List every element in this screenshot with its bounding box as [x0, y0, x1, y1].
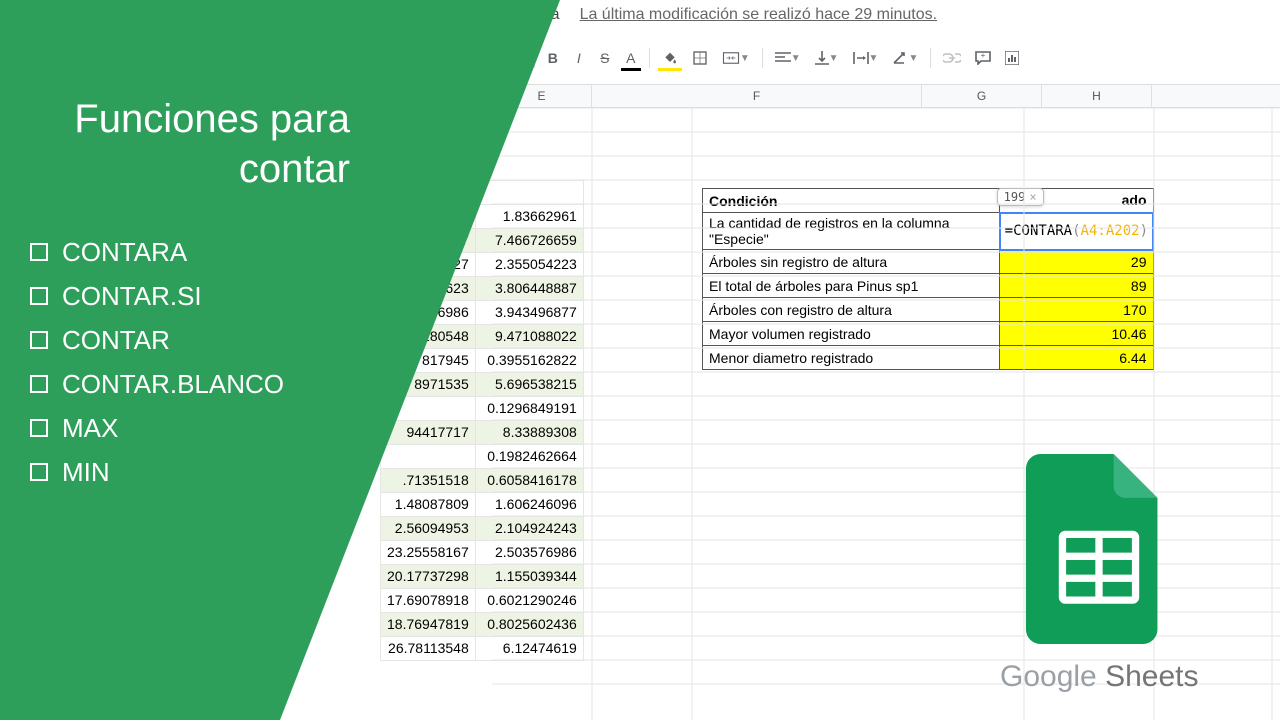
formula-input-cell[interactable]: 199× =CONTARA(A4:A202)	[1000, 213, 1153, 250]
borders-button[interactable]	[686, 46, 714, 70]
cond-label[interactable]: Mayor volumen registrado	[703, 322, 1000, 346]
overlay-item: CONTAR.BLANCO	[62, 369, 284, 400]
overlay-title: Funciones paracontar	[0, 94, 350, 194]
checkbox-icon	[30, 463, 48, 481]
checkbox-icon	[30, 331, 48, 349]
insert-comment-button[interactable]: +	[969, 46, 997, 70]
vertical-align-button[interactable]: ▼	[809, 46, 845, 70]
toolbar-separator	[930, 48, 931, 68]
cond-label[interactable]: Árboles sin registro de altura	[703, 250, 1000, 274]
cond-value[interactable]: 10.46	[1000, 322, 1153, 346]
column-header-h[interactable]: H	[1042, 85, 1152, 107]
text-wrap-button[interactable]: ▼	[847, 46, 885, 70]
insert-link-button[interactable]	[937, 46, 967, 70]
title-overlay: Funciones paracontar CONTARA CONTAR.SI C…	[0, 0, 640, 720]
cond-label[interactable]: La cantidad de registros en la columna "…	[703, 213, 1000, 250]
toolbar-separator	[649, 48, 650, 68]
svg-text:+: +	[981, 51, 986, 60]
cond-label[interactable]: Árboles con registro de altura	[703, 298, 1000, 322]
merge-cells-button[interactable]: ▼	[716, 46, 756, 70]
formula-result-tooltip[interactable]: 199×	[997, 188, 1044, 206]
wrap-icon	[853, 51, 869, 65]
comment-icon: +	[975, 51, 991, 65]
close-icon[interactable]: ×	[1029, 190, 1036, 204]
cond-value[interactable]: 170	[1000, 298, 1153, 322]
google-sheets-logo-icon	[1024, 454, 1174, 644]
chevron-down-icon: ▼	[908, 53, 918, 64]
overlay-item: MAX	[62, 413, 118, 444]
paint-bucket-icon	[662, 50, 678, 66]
checkbox-icon	[30, 419, 48, 437]
toolbar-separator	[762, 48, 763, 68]
merge-icon	[722, 50, 740, 66]
cond-label[interactable]: El total de árboles para Pinus sp1	[703, 274, 1000, 298]
borders-icon	[692, 50, 708, 66]
overlay-item: CONTAR.SI	[62, 281, 202, 312]
chevron-down-icon: ▼	[740, 53, 750, 64]
align-left-icon	[775, 52, 791, 64]
cond-label[interactable]: Menor diametro registrado	[703, 346, 1000, 370]
chevron-down-icon: ▼	[869, 53, 879, 64]
chevron-down-icon: ▼	[791, 53, 801, 64]
column-header-f[interactable]: F	[592, 85, 922, 107]
overlay-item: CONTARA	[62, 237, 187, 268]
chevron-down-icon: ▼	[829, 53, 839, 64]
column-header-g[interactable]: G	[922, 85, 1042, 107]
google-sheets-brand: Google Sheets	[1000, 660, 1199, 694]
link-icon	[943, 53, 961, 63]
text-rotation-button[interactable]: ▼	[886, 46, 924, 70]
fill-color-button[interactable]	[656, 46, 684, 70]
overlay-item: MIN	[62, 457, 110, 488]
rotation-icon	[892, 51, 908, 65]
cond-value[interactable]: 29	[1000, 250, 1153, 274]
chart-icon	[1005, 51, 1019, 65]
vertical-align-icon	[815, 51, 829, 65]
checkbox-icon	[30, 287, 48, 305]
condition-table[interactable]: Condición ado La cantidad de registros e…	[702, 188, 1154, 370]
cond-header-left: Condición	[703, 189, 1000, 213]
checkbox-icon	[30, 243, 48, 261]
overlay-list: CONTARA CONTAR.SI CONTAR CONTAR.BLANCO M…	[30, 230, 284, 494]
overlay-item: CONTAR	[62, 325, 170, 356]
horizontal-align-button[interactable]: ▼	[769, 46, 807, 70]
cond-value[interactable]: 89	[1000, 274, 1153, 298]
cond-value[interactable]: 6.44	[1000, 346, 1153, 370]
checkbox-icon	[30, 375, 48, 393]
insert-chart-button[interactable]	[999, 46, 1025, 70]
